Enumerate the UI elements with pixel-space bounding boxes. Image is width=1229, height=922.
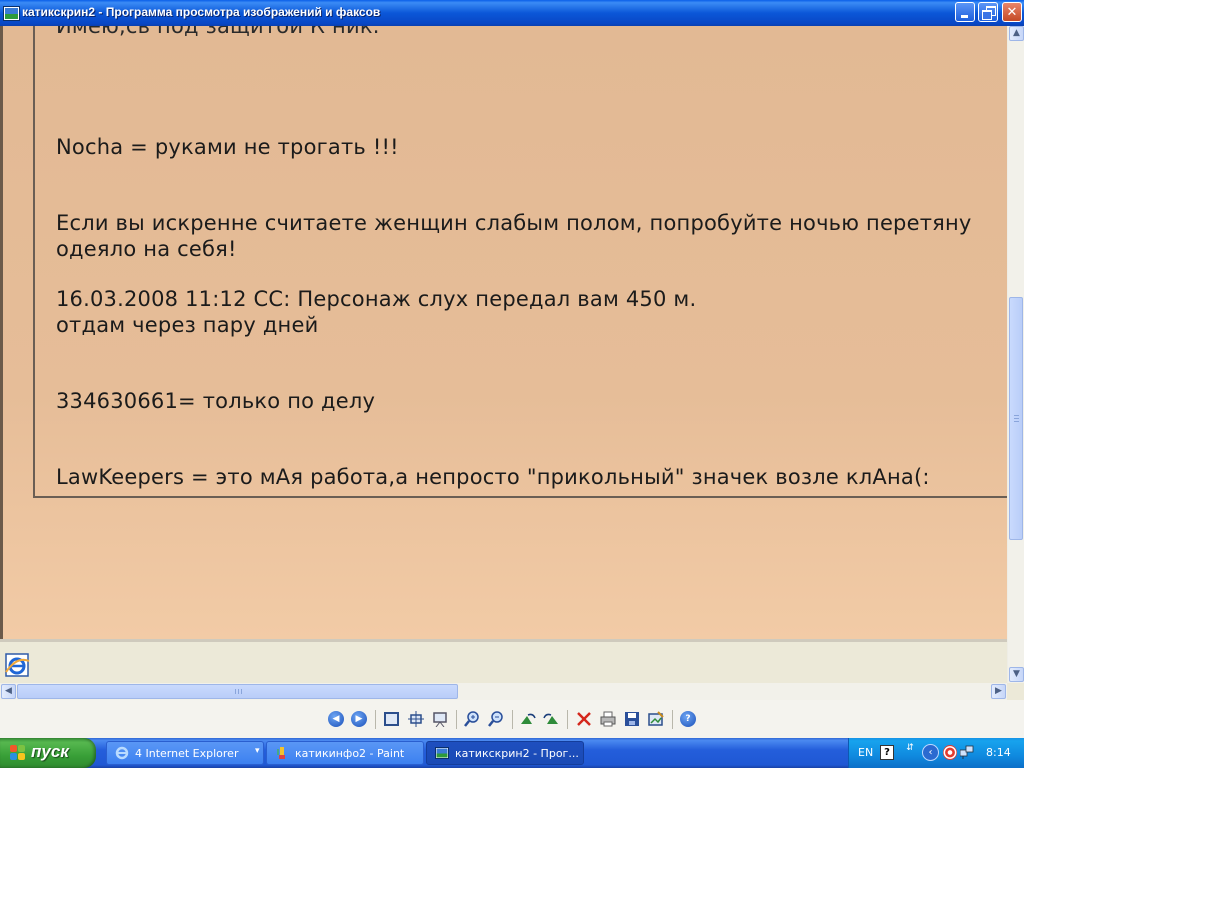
show-hidden-icons-icon[interactable]: ‹ bbox=[922, 744, 939, 761]
image-text-line-icq: 334630661= только по делу bbox=[56, 389, 376, 413]
taskbar-clock: 8:14 bbox=[986, 746, 1011, 759]
network-tray-icon[interactable] bbox=[959, 745, 974, 760]
horizontal-scroll-thumb[interactable] bbox=[17, 684, 458, 699]
help-tray-icon[interactable]: ? bbox=[880, 745, 894, 760]
close-button[interactable]: ✕ bbox=[1002, 2, 1022, 22]
actual-size-icon[interactable] bbox=[408, 711, 424, 727]
minimize-button[interactable] bbox=[955, 2, 975, 22]
delete-icon[interactable] bbox=[576, 711, 592, 727]
image-viewer-icon bbox=[435, 747, 449, 759]
start-label: пуск bbox=[31, 742, 69, 761]
best-fit-icon[interactable] bbox=[384, 712, 399, 726]
zoom-out-icon[interactable] bbox=[488, 711, 504, 727]
rotate-counterclockwise-icon[interactable] bbox=[543, 711, 559, 727]
displayed-image: Имею,св под защитой К ник. Nocha = рукам… bbox=[0, 26, 1007, 640]
close-icon: ✕ bbox=[1006, 4, 1018, 20]
help-icon[interactable]: ? bbox=[680, 711, 696, 727]
paint-icon bbox=[277, 747, 285, 759]
print-icon[interactable] bbox=[600, 711, 616, 727]
windows-logo-icon bbox=[10, 745, 26, 761]
zoom-in-icon[interactable] bbox=[464, 711, 480, 727]
horizontal-scrollbar[interactable]: ◀ ▶ bbox=[0, 683, 1007, 700]
image-text-line-women-1: Если вы искренне считаете женщин слабым … bbox=[56, 211, 972, 235]
save-icon[interactable] bbox=[624, 711, 640, 727]
toolbar-separator bbox=[375, 710, 376, 729]
toolbar-separator bbox=[512, 710, 513, 729]
toolbar-separator bbox=[567, 710, 568, 729]
image-text-line-nocha: Nocha = руками не трогать !!! bbox=[56, 135, 399, 159]
slideshow-icon[interactable] bbox=[432, 711, 448, 728]
vertical-scrollbar[interactable]: ▲ ▼ bbox=[1007, 26, 1024, 683]
image-bottom-strip bbox=[0, 642, 1007, 682]
antivirus-tray-icon[interactable] bbox=[943, 745, 957, 760]
taskbar-item-label: катикскрин2 - Прог... bbox=[455, 747, 579, 760]
desktop-screen: катикскрин2 - Программа просмотра изобра… bbox=[0, 0, 1024, 768]
edit-icon[interactable] bbox=[648, 711, 664, 727]
toolbar-separator bbox=[456, 710, 457, 729]
image-text-line-top: Имею,св под защитой К ник. bbox=[56, 26, 380, 38]
taskbar-item-paint[interactable]: катикинфо2 - Paint bbox=[266, 741, 424, 765]
restore-button[interactable] bbox=[978, 2, 998, 22]
image-text-line-return: отдам через пару дней bbox=[56, 313, 319, 337]
scroll-left-arrow-icon[interactable]: ◀ bbox=[1, 684, 16, 699]
language-switch-icon[interactable]: ⇵ bbox=[903, 744, 917, 760]
taskbar-item-label: 4 Internet Explorer bbox=[135, 747, 239, 760]
toolbar-separator bbox=[672, 710, 673, 729]
internet-explorer-icon bbox=[5, 653, 30, 677]
language-indicator[interactable]: EN bbox=[858, 746, 873, 759]
image-viewer-icon bbox=[3, 6, 20, 21]
window-title: катикскрин2 - Программа просмотра изобра… bbox=[22, 5, 381, 19]
image-text-line-date: 16.03.2008 11:12 СС: Персонаж слух перед… bbox=[56, 287, 697, 311]
previous-image-icon[interactable]: ◀ bbox=[328, 711, 344, 727]
scroll-down-arrow-icon[interactable]: ▼ bbox=[1009, 667, 1024, 682]
scroll-up-arrow-icon[interactable]: ▲ bbox=[1009, 26, 1024, 41]
window-title-bar[interactable]: катикскрин2 - Программа просмотра изобра… bbox=[0, 0, 1024, 26]
minimize-icon bbox=[961, 15, 968, 18]
group-dropdown-icon[interactable]: ▾ bbox=[255, 746, 260, 756]
scroll-right-arrow-icon[interactable]: ▶ bbox=[991, 684, 1006, 699]
image-viewport[interactable]: Имею,св под защитой К ник. Nocha = рукам… bbox=[0, 26, 1007, 682]
taskbar-item-internet-explorer[interactable]: 4 Internet Explorer ▾ bbox=[106, 741, 264, 765]
next-image-icon[interactable]: ▶ bbox=[351, 711, 367, 727]
scrollbar-corner bbox=[1007, 683, 1024, 700]
image-text-panel bbox=[33, 26, 1007, 498]
image-text-line-women-2: одеяло на себя! bbox=[56, 237, 237, 261]
image-text-line-lawkeepers: LawKeepers = это мАя работа,а непросто "… bbox=[56, 465, 930, 489]
internet-explorer-icon bbox=[115, 746, 129, 760]
vertical-scroll-thumb[interactable] bbox=[1009, 297, 1023, 540]
taskbar-item-image-viewer[interactable]: катикскрин2 - Прог... bbox=[426, 741, 584, 765]
rotate-clockwise-icon[interactable] bbox=[520, 711, 536, 727]
taskbar-item-label: катикинфо2 - Paint bbox=[295, 747, 405, 760]
